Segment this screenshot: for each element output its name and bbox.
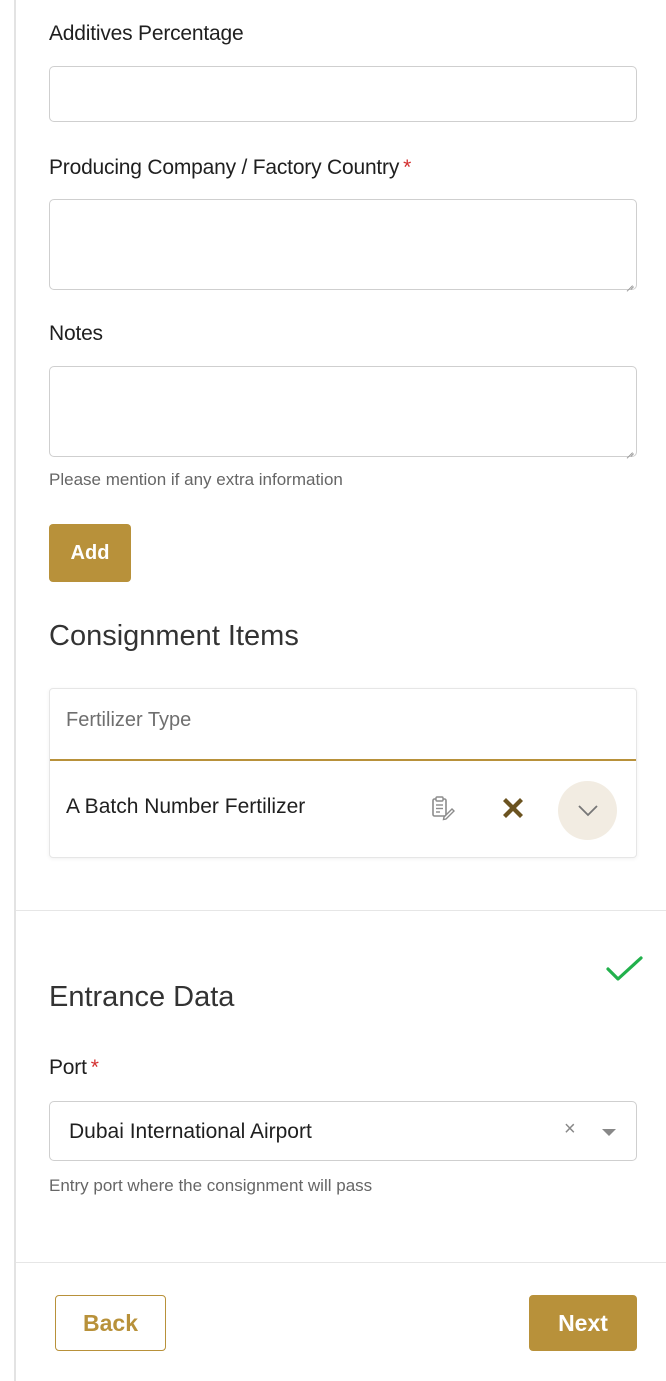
back-button[interactable]: Back	[55, 1295, 166, 1351]
resize-grip-icon[interactable]	[626, 279, 633, 286]
port-label-text: Port	[49, 1056, 87, 1079]
resize-grip-icon[interactable]	[626, 446, 633, 453]
required-asterisk: *	[403, 156, 412, 179]
port-select[interactable]: Dubai International Airport ×	[49, 1101, 637, 1161]
producing-company-label: Producing Company / Factory Country *	[49, 156, 411, 180]
clear-selection-icon[interactable]: ×	[564, 1118, 576, 1141]
left-border	[14, 0, 16, 1381]
port-hint: Entry port where the consignment will pa…	[49, 1176, 373, 1195]
port-selected-value: Dubai International Airport	[69, 1120, 312, 1143]
add-button[interactable]: Add	[49, 524, 131, 582]
producing-company-label-text: Producing Company / Factory Country	[49, 156, 400, 179]
notes-label: Notes	[49, 322, 103, 345]
form-page: Additives Percentage Producing Company /…	[0, 0, 666, 1381]
consignment-item-name: A Batch Number Fertilizer	[66, 795, 306, 818]
notes-hint: Please mention if any extra information	[49, 470, 343, 489]
fertilizer-type-column-header: Fertilizer Type	[66, 709, 192, 731]
additives-percentage-input[interactable]	[49, 66, 637, 122]
chevron-down-icon	[577, 804, 598, 816]
port-label: Port *	[49, 1056, 99, 1080]
consignment-items-title: Consignment Items	[49, 620, 299, 652]
next-button[interactable]: Next	[529, 1295, 637, 1351]
entrance-data-title: Entrance Data	[49, 981, 235, 1013]
producing-company-textarea[interactable]	[49, 199, 637, 290]
required-asterisk: *	[90, 1056, 99, 1079]
dropdown-caret-icon[interactable]	[602, 1129, 616, 1136]
checkmark-icon	[606, 956, 643, 981]
table-header: Fertilizer Type	[50, 689, 636, 761]
expand-row-button[interactable]	[558, 781, 617, 840]
delete-icon[interactable]	[498, 793, 528, 823]
additives-percentage-label: Additives Percentage	[49, 22, 244, 45]
edit-clipboard-icon[interactable]	[430, 795, 456, 821]
footer-divider	[16, 1262, 666, 1263]
section-divider	[16, 910, 666, 911]
consignment-items-table: Fertilizer Type A Batch Number Fertilize…	[49, 688, 637, 858]
notes-textarea[interactable]	[49, 366, 637, 457]
